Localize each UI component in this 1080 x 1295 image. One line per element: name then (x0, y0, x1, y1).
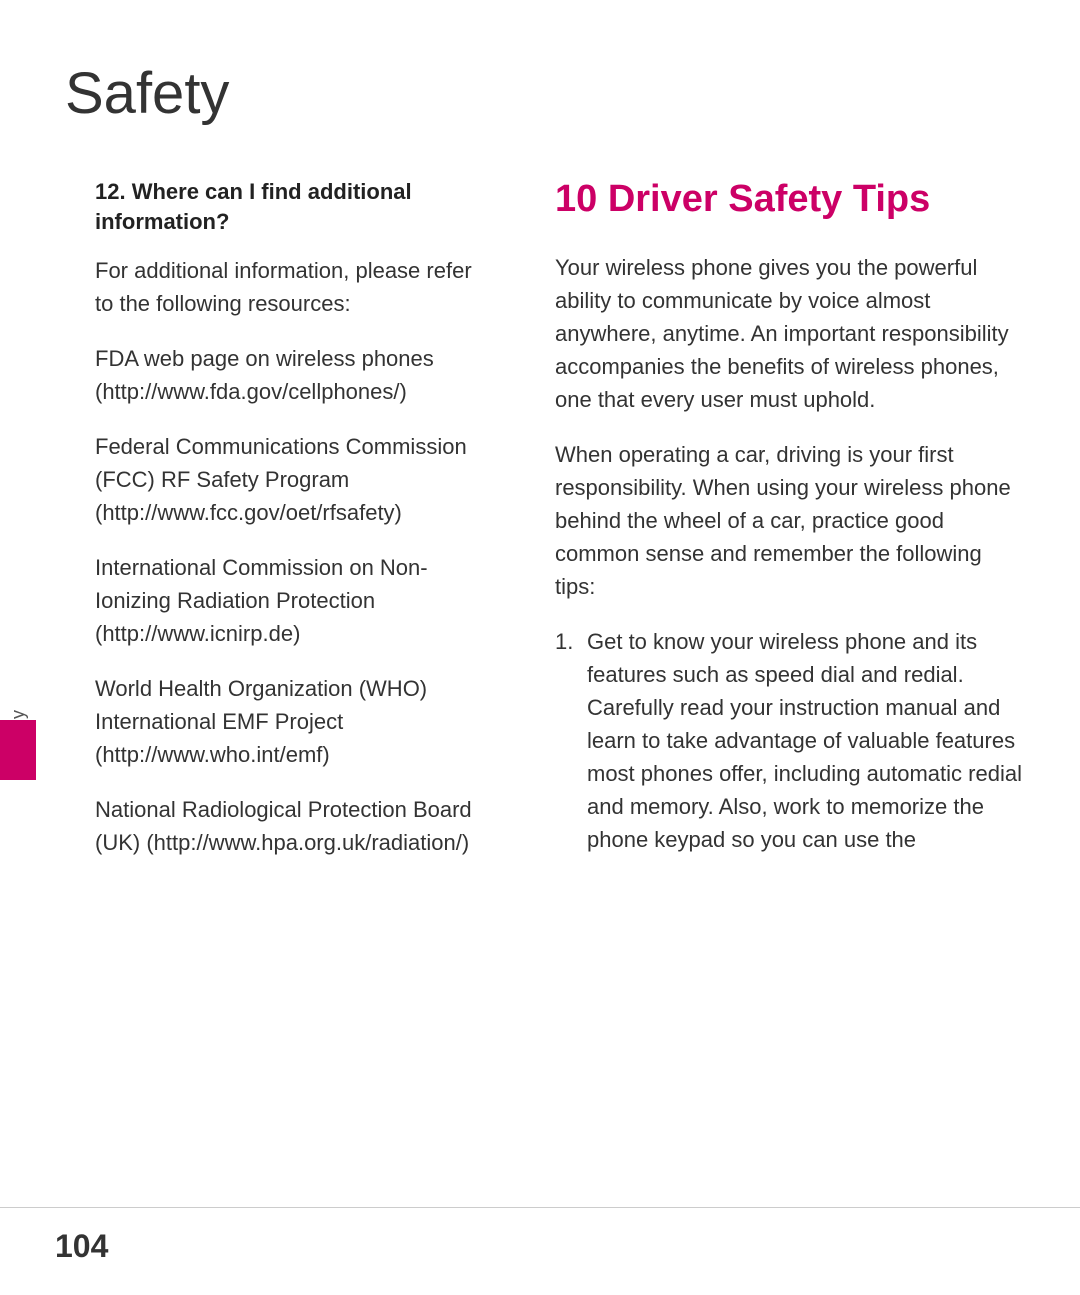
intro-text: For additional information, please refer… (95, 254, 495, 320)
resource-item-5: National Radiological Protection Board (… (95, 793, 495, 859)
tip-text-1: Get to know your wireless phone and its … (587, 625, 1025, 856)
right-column: 10 Driver Safety Tips Your wireless phon… (535, 177, 1025, 1147)
page-title: Safety (55, 60, 1025, 127)
question-heading: 12. Where can I find additional informat… (95, 177, 495, 236)
tip-item-1: 1. Get to know your wireless phone and i… (555, 625, 1025, 856)
driver-safety-heading: 10 Driver Safety Tips (555, 177, 1025, 223)
resource-item-1: FDA web page on wireless phones (http://… (95, 342, 495, 408)
side-tab-bar (0, 720, 36, 780)
left-column: 12. Where can I find additional informat… (55, 177, 495, 1147)
resource-item-3: International Commission on Non-Ionizing… (95, 551, 495, 650)
page-number: 104 (55, 1228, 108, 1265)
resource-item-2: Federal Communications Commission (FCC) … (95, 430, 495, 529)
right-para-2: When operating a car, driving is your fi… (555, 438, 1025, 603)
columns: 12. Where can I find additional informat… (55, 177, 1025, 1147)
footer: 104 (0, 1207, 1080, 1295)
right-para-1: Your wireless phone gives you the powerf… (555, 251, 1025, 416)
resource-item-4: World Health Organization (WHO) Internat… (95, 672, 495, 771)
tip-number-1: 1. (555, 625, 579, 856)
main-content: Safety 12. Where can I find additional i… (0, 0, 1080, 1207)
page: Safety Safety 12. Where can I find addit… (0, 0, 1080, 1295)
